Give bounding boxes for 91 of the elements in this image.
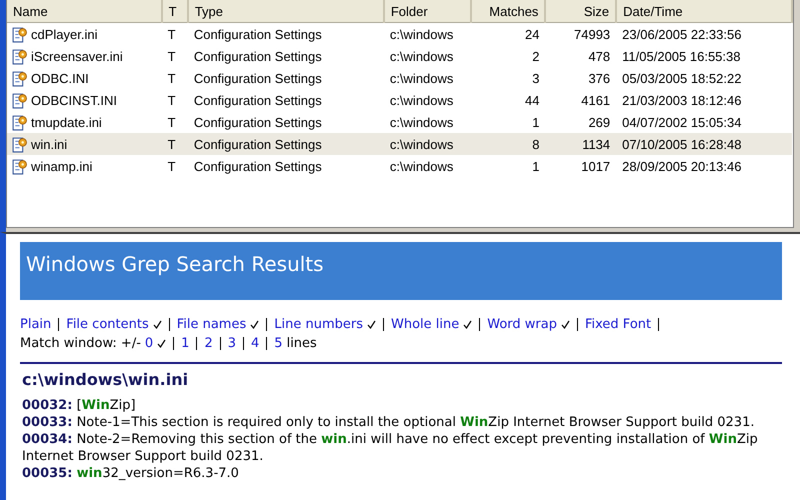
file-name: winamp.ini (31, 158, 92, 174)
table-cell: c:\windows (390, 70, 454, 86)
option-link[interactable]: Fixed Font (584, 316, 652, 333)
file-row[interactable]: tmupdate.ini T Configuration Settings c:\windows 1 269 04/07/2002 15:05:34 (7, 111, 792, 133)
table-cell: Configuration Settings (194, 48, 322, 64)
file-icon (11, 158, 28, 174)
window-size-link[interactable]: 3 (228, 335, 236, 352)
table-cell: T (168, 26, 176, 42)
option-link[interactable]: Word wrap (487, 316, 557, 333)
table-cell: Configuration Settings (194, 26, 322, 42)
table-cell: Configuration Settings (194, 158, 322, 174)
column-header[interactable]: Name (7, 0, 162, 22)
file-row[interactable]: ODBCINST.INI T Configuration Settings c:\windows 44 4161 21/03/2003 18:12:46 (7, 89, 792, 111)
file-row[interactable]: ODBC.INI T Configuration Settings c:\windows 3 376 05/03/2005 18:52:22 (7, 67, 792, 89)
match-line: 00033: Note-1=This section is required only to install the optional WinZip Internet Browser Support build 0231. (22, 414, 756, 431)
window-size-link[interactable]: 5 (274, 335, 283, 352)
match-line: 00035: win32_version=R6.3-7.0 (22, 465, 240, 482)
table-cell: 478 (588, 48, 610, 64)
column-header[interactable]: T (162, 0, 188, 22)
file-name: ODBC.INI (31, 70, 89, 86)
table-cell: 04/07/2002 15:05:34 (622, 114, 742, 130)
column-header[interactable]: Type (188, 0, 384, 22)
file-icon (11, 92, 28, 108)
table-cell: Configuration Settings (194, 92, 322, 108)
window-size-link[interactable]: 0 (144, 335, 154, 352)
file-name: win.ini (31, 136, 68, 152)
file-icon (11, 48, 28, 64)
option-link[interactable]: Whole line (390, 316, 460, 333)
column-header[interactable]: Date/Time (616, 0, 792, 22)
table-cell: T (168, 48, 176, 64)
table-cell: 28/09/2005 20:13:46 (622, 158, 742, 174)
table-cell: 8 (532, 136, 540, 152)
table-cell: 1 (532, 114, 540, 130)
column-header[interactable]: Folder (384, 0, 471, 22)
table-cell: 74993 (574, 26, 610, 42)
file-icon (11, 114, 28, 130)
table-cell: c:\windows (390, 114, 454, 130)
window-size-link[interactable]: 1 (181, 335, 190, 352)
file-icon (11, 26, 28, 42)
table-cell: 269 (588, 114, 610, 130)
option-link[interactable]: Plain (20, 316, 52, 333)
match-line: 00034: Note-2=Removing this section of the win.ini will have no effect except preventing installation of WinZip Internet Browser Support build 0231. (22, 431, 759, 465)
table-cell: 24 (524, 26, 540, 42)
option-link[interactable]: File names (176, 316, 246, 333)
column-header[interactable]: Size (545, 0, 616, 22)
table-cell: c:\windows (390, 92, 454, 108)
window-size-link[interactable]: 4 (251, 335, 260, 352)
table-cell: T (168, 92, 176, 108)
file-icon (11, 136, 28, 152)
table-cell: 3 (532, 70, 540, 86)
table-cell: 376 (588, 70, 610, 86)
table-cell: 05/03/2005 18:52:22 (622, 70, 742, 86)
file-name: tmupdate.ini (31, 114, 102, 130)
option-link[interactable]: File contents (66, 316, 149, 333)
table-cell: Configuration Settings (194, 114, 322, 130)
file-name: iScreensaver.ini (31, 48, 123, 64)
table-cell: 11/05/2005 16:55:38 (622, 48, 740, 64)
table-cell: 1 (532, 158, 540, 174)
table-cell: 1017 (581, 158, 610, 174)
file-name: ODBCINST.INI (31, 92, 117, 108)
match-line: 00032: [WinZip] (22, 397, 137, 414)
table-cell: c:\windows (390, 48, 454, 64)
table-cell: 2 (532, 48, 540, 64)
table-cell: 23/06/2005 22:33:56 (622, 26, 742, 42)
table-cell: c:\windows (390, 158, 454, 174)
file-row[interactable]: win.ini T Configuration Settings c:\windows 8 1134 07/10/2005 16:28:48 (7, 133, 792, 155)
window-size-link[interactable]: 2 (204, 335, 213, 352)
table-cell: Configuration Settings (194, 70, 322, 86)
table-cell: T (168, 158, 176, 174)
results-title: Windows Grep Search Results (26, 252, 324, 276)
table-cell: T (168, 136, 176, 152)
table-cell: c:\windows (390, 26, 454, 42)
option-link[interactable]: Line numbers (274, 316, 363, 333)
file-name: cdPlayer.ini (31, 26, 98, 42)
table-cell: 1134 (582, 136, 610, 152)
column-header[interactable]: Matches (470, 0, 546, 22)
table-cell: 07/10/2005 16:28:48 (622, 136, 742, 152)
file-row[interactable]: cdPlayer.ini T Configuration Settings c:\windows 24 74993 23/06/2005 22:33:56 (7, 22, 792, 45)
lines-label: lines (286, 335, 317, 352)
table-cell: c:\windows (390, 136, 454, 152)
table-cell: 4161 (581, 92, 610, 108)
file-row[interactable]: iScreensaver.ini T Configuration Settings c:\windows 2 478 11/05/2005 16:55:38 (7, 45, 792, 67)
table-cell: Configuration Settings (194, 136, 322, 152)
table-cell: 44 (524, 92, 540, 108)
match-window-label: Match window: +/- (20, 335, 141, 352)
table-cell: 21/03/2003 18:12:46 (622, 92, 742, 108)
file-heading: c:\windows\win.ini (22, 370, 190, 389)
table-cell: T (168, 114, 176, 130)
file-icon (11, 70, 28, 86)
file-row[interactable]: winamp.ini T Configuration Settings c:\windows 1 1017 28/09/2005 20:13:46 (7, 155, 792, 177)
table-cell: T (168, 70, 176, 86)
